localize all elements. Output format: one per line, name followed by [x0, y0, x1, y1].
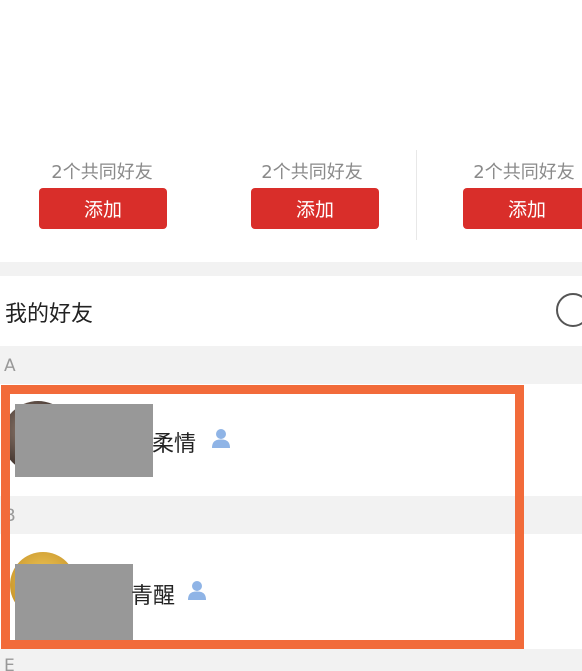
suggested-friends: 2个共同好友 添加 2个共同好友 添加 2个共同好友 添加: [0, 0, 582, 262]
my-friends-title: 我的好友: [5, 302, 94, 327]
friend-row[interactable]: 青醒: [0, 534, 582, 660]
add-friend-button[interactable]: 添加: [463, 188, 582, 229]
redaction-block: [15, 564, 133, 660]
suggestion-card: 2个共同好友 添加: [212, 0, 412, 262]
friend-name: 青醒: [131, 584, 176, 609]
mutual-friends-count: 2个共同好友: [261, 162, 363, 183]
add-friend-button[interactable]: 添加: [39, 188, 167, 229]
mutual-friends-count: 2个共同好友: [473, 162, 575, 183]
suggestion-card: 2个共同好友 添加: [424, 0, 582, 262]
friend-name: 柔情: [152, 432, 197, 457]
my-friends-header: 我的好友: [0, 276, 582, 346]
person-icon: [212, 429, 230, 448]
section-letter: B: [4, 506, 16, 526]
section-header-b: B: [0, 496, 582, 534]
section-letter: A: [4, 356, 16, 376]
mutual-friends-count: 2个共同好友: [51, 162, 153, 183]
section-gap: [0, 262, 582, 276]
section-header-a: A: [0, 346, 582, 384]
section-header-e: E: [0, 649, 582, 671]
circle-icon[interactable]: [556, 293, 582, 327]
add-friend-button[interactable]: 添加: [251, 188, 379, 229]
redaction-block: [15, 404, 153, 477]
section-letter: E: [4, 656, 15, 671]
suggestion-card: 2个共同好友 添加: [0, 0, 200, 262]
person-icon: [188, 581, 206, 600]
divider: [416, 150, 417, 240]
friend-row[interactable]: 柔情: [0, 384, 582, 496]
